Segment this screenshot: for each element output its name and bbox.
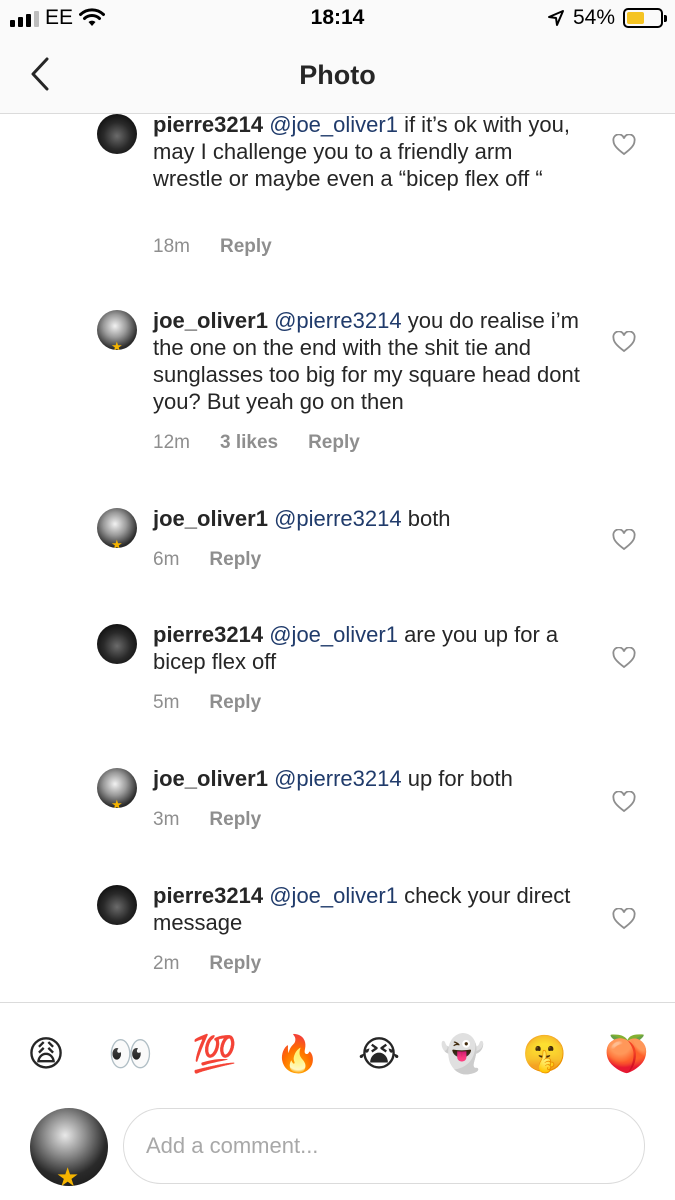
fire-emoji[interactable]: 🔥 <box>275 1033 320 1077</box>
ghost-emoji[interactable]: 👻 <box>440 1033 485 1077</box>
add-comment-input[interactable] <box>123 1108 645 1184</box>
star-badge-icon: ★ <box>111 797 123 808</box>
reply-button[interactable]: Reply <box>308 432 360 454</box>
comment-username[interactable]: pierre3214 <box>153 622 263 647</box>
comment-text: pierre3214 @joe_oliver1 check your direc… <box>153 882 583 936</box>
page-title: Photo <box>299 60 376 90</box>
hundred-points-emoji[interactable]: 💯 <box>192 1033 237 1077</box>
comment-username[interactable]: joe_oliver1 <box>153 308 268 333</box>
reply-button[interactable]: Reply <box>209 692 261 714</box>
comment-meta: 5m Reply <box>153 692 261 714</box>
reply-button[interactable]: Reply <box>209 809 261 831</box>
current-user-avatar: ★ <box>30 1108 108 1186</box>
like-heart-icon[interactable] <box>612 791 636 813</box>
avatar[interactable] <box>97 885 137 925</box>
like-heart-icon[interactable] <box>612 908 636 930</box>
battery-level <box>627 12 645 24</box>
comment-time: 6m <box>153 549 180 570</box>
comment-mention[interactable]: @joe_oliver1 <box>269 883 398 908</box>
emoji-quick-bar: 😩 👀 💯 🔥 😭 👻 🤫 🍑 <box>0 1002 675 1098</box>
comment-text: joe_oliver1 @pierre3214 you do realise i… <box>153 307 583 415</box>
reply-button[interactable]: Reply <box>220 236 272 258</box>
comment-text: joe_oliver1 @pierre3214 both <box>153 505 583 532</box>
likes-count[interactable]: 3 likes <box>220 432 278 454</box>
comment-time: 2m <box>153 953 180 974</box>
comment-meta: 18m Reply <box>153 236 272 258</box>
battery-icon <box>623 8 667 28</box>
comment-mention[interactable]: @joe_oliver1 <box>269 622 398 647</box>
comment-time: 12m <box>153 432 190 453</box>
status-bar: EE 18:14 54% <box>0 0 675 40</box>
avatar[interactable]: ★ <box>97 768 137 808</box>
comment-text: joe_oliver1 @pierre3214 up for both <box>153 765 583 792</box>
comment-username[interactable]: joe_oliver1 <box>153 506 268 531</box>
comment-meta: 2m Reply <box>153 953 261 975</box>
crying-face-emoji[interactable]: 😭 <box>357 1033 401 1077</box>
comment-meta: 3m Reply <box>153 809 261 831</box>
reply-button[interactable]: Reply <box>209 549 261 571</box>
comment-body: both <box>401 506 451 531</box>
star-badge-icon: ★ <box>56 1162 80 1186</box>
like-heart-icon[interactable] <box>612 647 636 669</box>
like-heart-icon[interactable] <box>612 529 636 551</box>
like-heart-icon[interactable] <box>612 331 636 353</box>
comment-list[interactable]: pierre3214 @joe_oliver1 if it’s ok with … <box>0 114 675 1002</box>
reply-button[interactable]: Reply <box>209 953 261 975</box>
comment-time: 18m <box>153 236 190 257</box>
comment-username[interactable]: joe_oliver1 <box>153 766 268 791</box>
comment-mention[interactable]: @pierre3214 <box>274 766 402 791</box>
comment-mention[interactable]: @joe_oliver1 <box>269 114 398 137</box>
comment-text: pierre3214 @joe_oliver1 are you up for a… <box>153 621 583 675</box>
avatar[interactable]: ★ <box>97 310 137 350</box>
comment-meta: 12m 3 likes Reply <box>153 432 360 454</box>
comment-text: pierre3214 @joe_oliver1 if it’s ok with … <box>153 114 583 192</box>
battery-percent: 54% <box>572 6 615 29</box>
weary-face-emoji[interactable]: 😩 <box>24 1033 68 1077</box>
avatar[interactable] <box>97 114 137 154</box>
comment-time: 3m <box>153 809 180 830</box>
comment-body: up for both <box>401 766 513 791</box>
avatar[interactable]: ★ <box>97 508 137 548</box>
like-heart-icon[interactable] <box>612 134 636 156</box>
avatar[interactable] <box>97 624 137 664</box>
comment-username[interactable]: pierre3214 <box>153 114 263 137</box>
nav-bar: Photo <box>0 40 675 114</box>
peach-emoji[interactable]: 🍑 <box>604 1033 649 1077</box>
comment-meta: 6m Reply <box>153 549 261 571</box>
eyes-emoji[interactable]: 👀 <box>108 1033 153 1077</box>
comment-time: 5m <box>153 692 180 713</box>
shushing-face-emoji[interactable]: 🤫 <box>522 1033 567 1077</box>
comment-mention[interactable]: @pierre3214 <box>274 308 402 333</box>
status-right: 54% <box>547 6 667 30</box>
location-arrow-icon <box>547 10 564 26</box>
comment-composer: ★ <box>0 1098 675 1200</box>
star-badge-icon: ★ <box>111 537 123 548</box>
comment-mention[interactable]: @pierre3214 <box>274 506 402 531</box>
comment-username[interactable]: pierre3214 <box>153 883 263 908</box>
star-badge-icon: ★ <box>111 339 123 350</box>
